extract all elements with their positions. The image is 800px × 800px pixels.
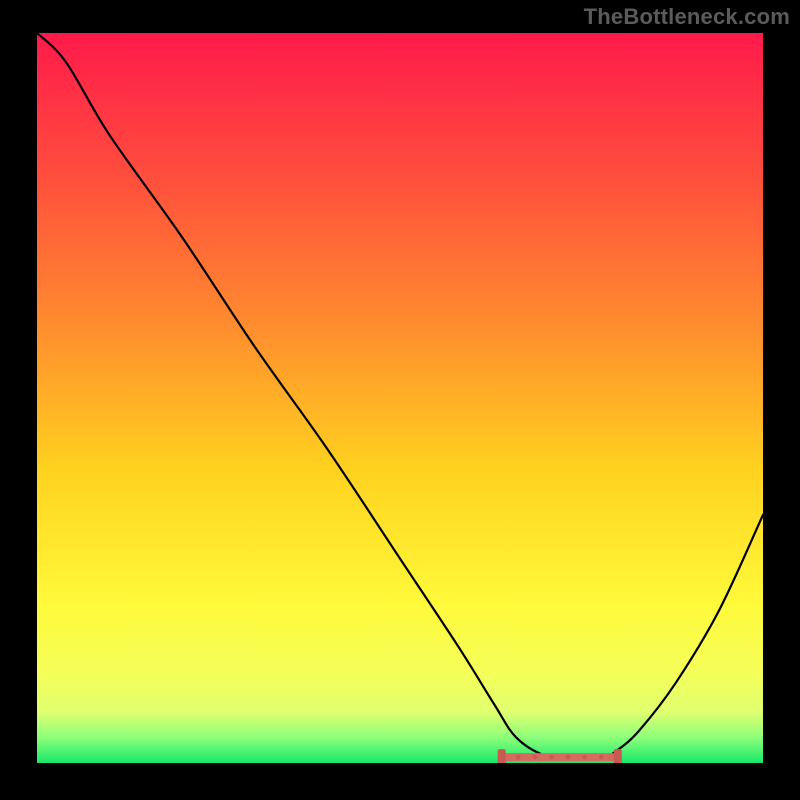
gradient-background: [37, 33, 763, 763]
optimal-band-dot: [549, 755, 554, 760]
chart-svg: [37, 33, 763, 763]
chart-frame: TheBottleneck.com: [0, 0, 800, 800]
optimal-end-marker: [614, 749, 622, 763]
optimal-band-dot: [533, 755, 538, 760]
optimal-band-dot: [599, 755, 604, 760]
watermark-text: TheBottleneck.com: [584, 4, 790, 30]
optimal-start-marker: [498, 749, 506, 763]
optimal-band-dot: [516, 755, 521, 760]
optimal-band-dot: [582, 755, 587, 760]
chart-plot-area: [37, 33, 763, 763]
optimal-band-dot: [566, 755, 571, 760]
